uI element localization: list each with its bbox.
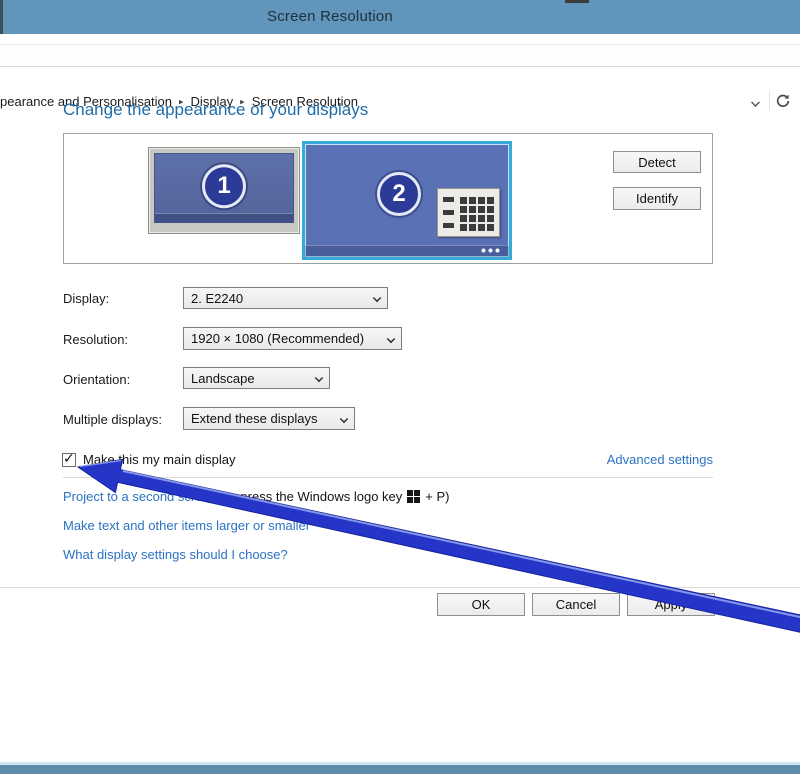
keypad-grid-decoration bbox=[460, 197, 495, 231]
breadcrumb-bar: pearance and Personalisation ▸ Display ▸… bbox=[0, 44, 800, 67]
monitor-2-number: 2 bbox=[392, 180, 405, 208]
apply-button[interactable]: Apply bbox=[627, 593, 715, 616]
monitor-1-screen: 1 bbox=[154, 153, 294, 223]
window-edge-decoration bbox=[0, 0, 3, 34]
multiple-displays-label: Multiple displays: bbox=[63, 412, 162, 427]
text-size-link[interactable]: Make text and other items larger or smal… bbox=[63, 518, 310, 533]
monitor-1-number: 1 bbox=[217, 172, 230, 200]
project-hint-text-end: + P) bbox=[425, 489, 449, 504]
keypad-icon bbox=[437, 188, 500, 237]
advanced-settings-link[interactable]: Advanced settings bbox=[607, 452, 713, 467]
detect-button[interactable]: Detect bbox=[613, 151, 701, 173]
resolution-select-value: 1920 × 1080 (Recommended) bbox=[191, 331, 364, 346]
ok-button[interactable]: OK bbox=[437, 593, 525, 616]
display-select[interactable]: 2. E2240 bbox=[183, 287, 388, 309]
identify-button[interactable]: Identify bbox=[613, 187, 701, 210]
window-title: Screen Resolution bbox=[60, 8, 600, 25]
monitor-1-bottom-band bbox=[155, 213, 293, 222]
display-select-value: 2. E2240 bbox=[191, 291, 243, 306]
project-second-screen-row: Project to a second screen (or press the… bbox=[63, 489, 450, 504]
monitor-2-thumbnail-selected[interactable]: 2 bbox=[302, 141, 512, 260]
project-second-screen-link[interactable]: Project to a second screen bbox=[63, 489, 217, 504]
chevron-down-icon bbox=[314, 374, 322, 382]
chevron-down-icon[interactable] bbox=[751, 98, 760, 107]
ellipsis-dots-icon bbox=[481, 248, 502, 253]
monitor-2-bottom-band bbox=[305, 245, 509, 257]
checkmark-icon: ✓ bbox=[63, 450, 75, 467]
chevron-down-icon bbox=[372, 294, 380, 302]
monitor-1-number-badge: 1 bbox=[202, 164, 246, 208]
resolution-select[interactable]: 1920 × 1080 (Recommended) bbox=[183, 327, 402, 350]
section-divider bbox=[63, 477, 713, 478]
orientation-label: Orientation: bbox=[63, 372, 130, 387]
bottom-bar bbox=[0, 765, 800, 774]
top-notch-decoration bbox=[565, 0, 589, 3]
page-title: Change the appearance of your displays bbox=[63, 100, 368, 120]
windows-logo-icon bbox=[407, 490, 420, 503]
project-hint-text: (or press the Windows logo key bbox=[221, 489, 402, 504]
chevron-down-icon bbox=[386, 335, 394, 343]
display-label: Display: bbox=[63, 291, 109, 306]
monitor-2-number-badge: 2 bbox=[377, 172, 421, 216]
refresh-icon[interactable] bbox=[774, 92, 792, 110]
cancel-button[interactable]: Cancel bbox=[532, 593, 620, 616]
orientation-select[interactable]: Landscape bbox=[183, 367, 330, 389]
multiple-displays-select-value: Extend these displays bbox=[191, 411, 317, 426]
footer-divider bbox=[0, 587, 800, 588]
chevron-down-icon bbox=[339, 415, 347, 423]
keypad-bars-decoration bbox=[443, 197, 454, 231]
resolution-label: Resolution: bbox=[63, 332, 128, 347]
toolbar-divider bbox=[769, 91, 770, 110]
multiple-displays-select[interactable]: Extend these displays bbox=[183, 407, 355, 430]
window-titlebar: Screen Resolution bbox=[0, 0, 800, 34]
main-display-checkbox[interactable]: ✓ bbox=[62, 453, 76, 467]
main-display-checkbox-label[interactable]: Make this my main display bbox=[83, 452, 235, 467]
display-settings-help-link[interactable]: What display settings should I choose? bbox=[63, 547, 288, 562]
monitor-1-thumbnail[interactable]: 1 bbox=[148, 147, 300, 234]
orientation-select-value: Landscape bbox=[191, 371, 255, 386]
